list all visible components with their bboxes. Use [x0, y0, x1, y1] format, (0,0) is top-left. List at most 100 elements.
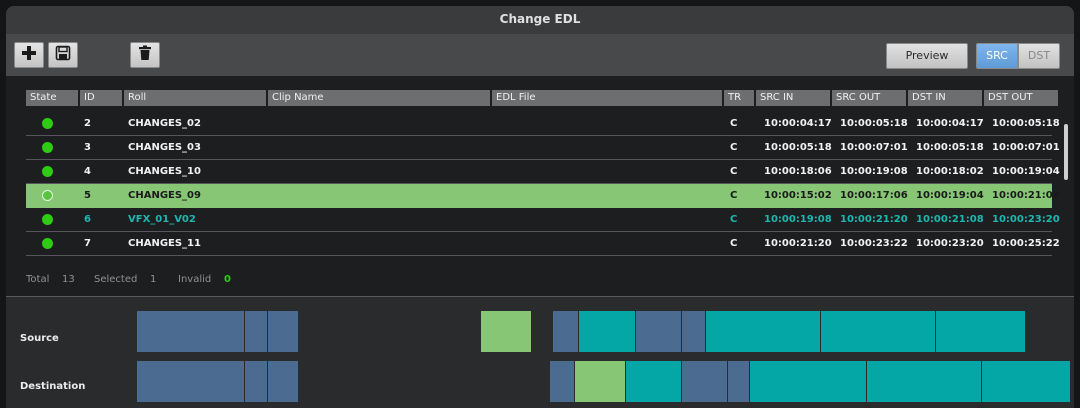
delete-button[interactable] — [130, 42, 160, 68]
cell-tr: C — [730, 238, 738, 249]
destination-clip[interactable] — [982, 361, 1070, 402]
cell-tr: C — [730, 214, 738, 225]
cell-id: 3 — [84, 142, 91, 153]
source-clip[interactable] — [137, 311, 244, 352]
cell-dst-in: 10:00:18:02 — [916, 166, 984, 177]
table-row[interactable]: 4 CHANGES_10 C 10:00:18:06 10:00:19:08 10:00:… — [26, 160, 1060, 184]
source-clip-vfx[interactable] — [579, 311, 635, 352]
source-clip[interactable] — [268, 311, 298, 352]
cell-roll: CHANGES_02 — [128, 118, 201, 129]
column-header-dst-in[interactable]: DST IN — [908, 90, 982, 106]
window-title: Change EDL — [6, 6, 1074, 34]
state-indicator-icon — [42, 142, 53, 153]
edl-table: State ID Roll Clip Name EDL File TR SRC … — [6, 76, 1074, 296]
cell-tr: C — [730, 190, 738, 201]
cell-id: 2 — [84, 118, 91, 129]
cell-id: 7 — [84, 238, 91, 249]
cell-roll: CHANGES_03 — [128, 142, 201, 153]
column-header-roll[interactable]: Roll — [124, 90, 266, 106]
cell-dst-out: 10:00:21:08 — [992, 190, 1060, 201]
table-row[interactable]: 7 CHANGES_11 C 10:00:21:20 10:00:23:22 10:00:… — [26, 232, 1060, 256]
destination-clip[interactable] — [867, 361, 981, 402]
cell-roll: CHANGES_10 — [128, 166, 201, 177]
cell-tr: C — [730, 166, 738, 177]
cell-tr: C — [730, 142, 738, 153]
cell-src-in: 10:00:15:02 — [764, 190, 832, 201]
source-clip[interactable] — [706, 311, 820, 352]
add-button[interactable] — [14, 42, 44, 68]
column-header-src-in[interactable]: SRC IN — [756, 90, 830, 106]
edl-timeline: Source Destination — [6, 296, 1074, 408]
table-row[interactable]: 3 CHANGES_03 C 10:00:05:18 10:00:07:01 10:00:… — [26, 136, 1060, 160]
cell-roll: VFX_01_V02 — [128, 214, 196, 225]
cell-tr: C — [730, 118, 738, 129]
cell-src-out: 10:00:21:20 — [840, 214, 908, 225]
cell-src-in: 10:00:05:18 — [764, 142, 832, 153]
table-scrollbar[interactable] — [1064, 124, 1068, 180]
cell-dst-in: 10:00:05:18 — [916, 142, 984, 153]
source-track-label: Source — [20, 333, 59, 344]
column-header-edl-file[interactable]: EDL File — [492, 90, 722, 106]
source-clip[interactable] — [245, 311, 267, 352]
invalid-value: 0 — [224, 274, 231, 285]
destination-track-label: Destination — [20, 381, 86, 392]
destination-clip[interactable] — [245, 361, 267, 402]
state-indicator-icon — [42, 190, 53, 201]
cell-src-in: 10:00:04:17 — [764, 118, 832, 129]
cell-dst-in: 10:00:23:20 — [916, 238, 984, 249]
column-header-dst-out[interactable]: DST OUT — [984, 90, 1058, 106]
cell-id: 4 — [84, 166, 91, 177]
source-clip[interactable] — [553, 311, 578, 352]
destination-clip[interactable] — [137, 361, 244, 402]
cell-dst-out: 10:00:19:04 — [992, 166, 1060, 177]
cell-src-in: 10:00:19:08 — [764, 214, 832, 225]
destination-clip-selected[interactable] — [575, 361, 625, 402]
preview-button[interactable]: Preview — [886, 43, 968, 69]
column-header-clip-name[interactable]: Clip Name — [268, 90, 490, 106]
table-row[interactable]: 5 CHANGES_09 C 10:00:15:02 10:00:17:06 10:00:… — [26, 184, 1060, 208]
cell-dst-out: 10:00:25:22 — [992, 238, 1060, 249]
state-indicator-icon — [42, 214, 53, 225]
column-header-state[interactable]: State — [26, 90, 78, 106]
total-label: Total — [26, 274, 50, 285]
selected-value: 1 — [150, 274, 157, 285]
dst-toggle[interactable]: DST — [1018, 43, 1060, 69]
destination-clip[interactable] — [268, 361, 298, 402]
source-clip[interactable] — [821, 311, 935, 352]
cell-id: 5 — [84, 190, 91, 201]
cell-src-out: 10:00:19:08 — [840, 166, 908, 177]
destination-clip-vfx[interactable] — [626, 361, 681, 402]
cell-src-out: 10:00:17:06 — [840, 190, 908, 201]
cell-src-out: 10:00:05:18 — [840, 118, 908, 129]
state-indicator-icon — [42, 238, 53, 249]
cell-src-out: 10:00:07:01 — [840, 142, 908, 153]
destination-clip[interactable] — [750, 361, 866, 402]
cell-dst-out: 10:00:23:20 — [992, 214, 1060, 225]
source-clip[interactable] — [682, 311, 705, 352]
source-clip-selected[interactable] — [481, 311, 531, 352]
cell-roll: CHANGES_11 — [128, 238, 201, 249]
column-header-src-out[interactable]: SRC OUT — [832, 90, 906, 106]
state-indicator-icon — [42, 118, 53, 129]
column-header-tr[interactable]: TR — [724, 90, 754, 106]
cell-src-in: 10:00:18:06 — [764, 166, 832, 177]
destination-clip[interactable] — [728, 361, 749, 402]
cell-dst-in: 10:00:21:08 — [916, 214, 984, 225]
total-value: 13 — [62, 274, 75, 285]
destination-clip[interactable] — [550, 361, 574, 402]
src-toggle[interactable]: SRC — [976, 43, 1018, 69]
table-row[interactable]: 2 CHANGES_02 C 10:00:04:17 10:00:05:18 10:00:… — [26, 112, 1060, 136]
source-clip[interactable] — [636, 311, 681, 352]
cell-dst-in: 10:00:19:04 — [916, 190, 984, 201]
cell-dst-out: 10:00:07:01 — [992, 142, 1060, 153]
column-header-id[interactable]: ID — [80, 90, 122, 106]
cell-src-out: 10:00:23:22 — [840, 238, 908, 249]
save-button[interactable] — [48, 42, 78, 68]
cell-id: 6 — [84, 214, 91, 225]
cell-dst-in: 10:00:04:17 — [916, 118, 984, 129]
table-row[interactable]: 6 VFX_01_V02 C 10:00:19:08 10:00:21:20 10:00:… — [26, 208, 1060, 232]
source-clip[interactable] — [936, 311, 1025, 352]
destination-clip[interactable] — [682, 361, 727, 402]
change-edl-window: Change EDL Preview SRC DST State ID Roll… — [6, 6, 1074, 408]
cell-src-in: 10:00:21:20 — [764, 238, 832, 249]
